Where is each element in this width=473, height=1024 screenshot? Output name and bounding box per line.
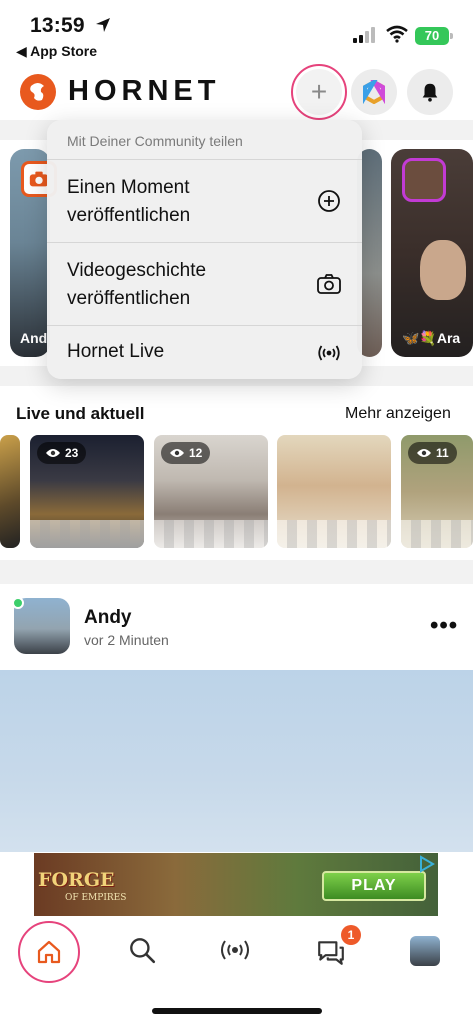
hornet-logo [20, 74, 56, 110]
tab-live[interactable] [217, 932, 253, 968]
tab-home[interactable] [31, 934, 67, 970]
view-count-badge: 12 [161, 442, 211, 464]
ad-choices-icon[interactable] [418, 855, 436, 873]
chat-icon [318, 941, 344, 965]
create-post-button[interactable]: + [296, 69, 342, 115]
plus-circle-icon [318, 190, 340, 212]
live-card[interactable] [277, 435, 391, 548]
story-photo [420, 240, 466, 300]
view-count-badge: 23 [37, 442, 87, 464]
story-avatar [402, 158, 446, 202]
live-card[interactable] [0, 435, 20, 548]
location-arrow-icon [96, 18, 110, 32]
story-name: 🦋💐Ara [402, 330, 461, 346]
blurred-name [277, 520, 391, 548]
tab-profile-avatar[interactable] [410, 936, 440, 966]
tab-search[interactable] [124, 932, 160, 968]
hexagon-icon [363, 80, 385, 104]
section-divider [0, 560, 473, 584]
share-menu: Mit Deiner Community teilen Einen Moment… [47, 120, 362, 379]
status-time: 13:59 [30, 14, 85, 37]
post-timestamp: vor 2 Minuten [84, 632, 169, 648]
post-author[interactable]: Andy [84, 607, 132, 629]
home-indicator [152, 1008, 322, 1014]
menu-item-label: Hornet Live [67, 341, 165, 362]
post-image[interactable] [0, 670, 473, 852]
search-icon [130, 938, 156, 964]
live-icon [221, 940, 249, 960]
view-count: 11 [436, 446, 449, 460]
view-count: 23 [65, 446, 79, 460]
battery-indicator: 70 [415, 27, 453, 45]
eye-icon [46, 449, 60, 457]
eye-icon [417, 449, 431, 457]
view-count-badge: 11 [408, 442, 457, 464]
cellular-signal-icon [353, 27, 375, 43]
blurred-name [30, 520, 144, 548]
more-options-button[interactable]: ••• [430, 612, 458, 640]
blurred-name [401, 520, 473, 548]
broadcast-icon [318, 345, 340, 361]
menu-item-label: Einen Moment veröffentlichen [67, 177, 191, 226]
menu-item-hornet-live[interactable]: Hornet Live [47, 326, 362, 379]
section-title: Live und aktuell [16, 404, 145, 423]
wifi-icon [386, 25, 408, 43]
camera-icon [317, 274, 341, 294]
ad-play-button[interactable]: PLAY [322, 871, 426, 901]
eye-icon [170, 449, 184, 457]
menu-item-video-story[interactable]: Videogeschichte veröffentlichen [47, 243, 362, 325]
blurred-name [154, 520, 268, 548]
home-icon [37, 940, 61, 964]
online-status-dot [12, 597, 24, 609]
notifications-button[interactable] [407, 69, 453, 115]
show-more-link[interactable]: Mehr anzeigen [345, 405, 451, 423]
hornet-points-button[interactable] [351, 69, 397, 115]
story-name: And [20, 330, 48, 346]
menu-item-label: Videogeschichte veröffentlichen [67, 260, 207, 309]
menu-header: Mit Deiner Community teilen [67, 133, 243, 149]
view-count: 12 [189, 446, 203, 460]
back-to-app-store[interactable]: ◀ App Store [16, 43, 97, 60]
menu-item-post-moment[interactable]: Einen Moment veröffentlichen [47, 160, 362, 242]
bell-icon [422, 83, 438, 102]
brand-title: HORNET [68, 75, 221, 107]
chat-badge: 1 [341, 925, 361, 945]
ad-subtitle: OF EMPIRES [65, 893, 127, 903]
ad-brand: FORGE [38, 869, 115, 891]
plus-icon: + [310, 76, 328, 107]
